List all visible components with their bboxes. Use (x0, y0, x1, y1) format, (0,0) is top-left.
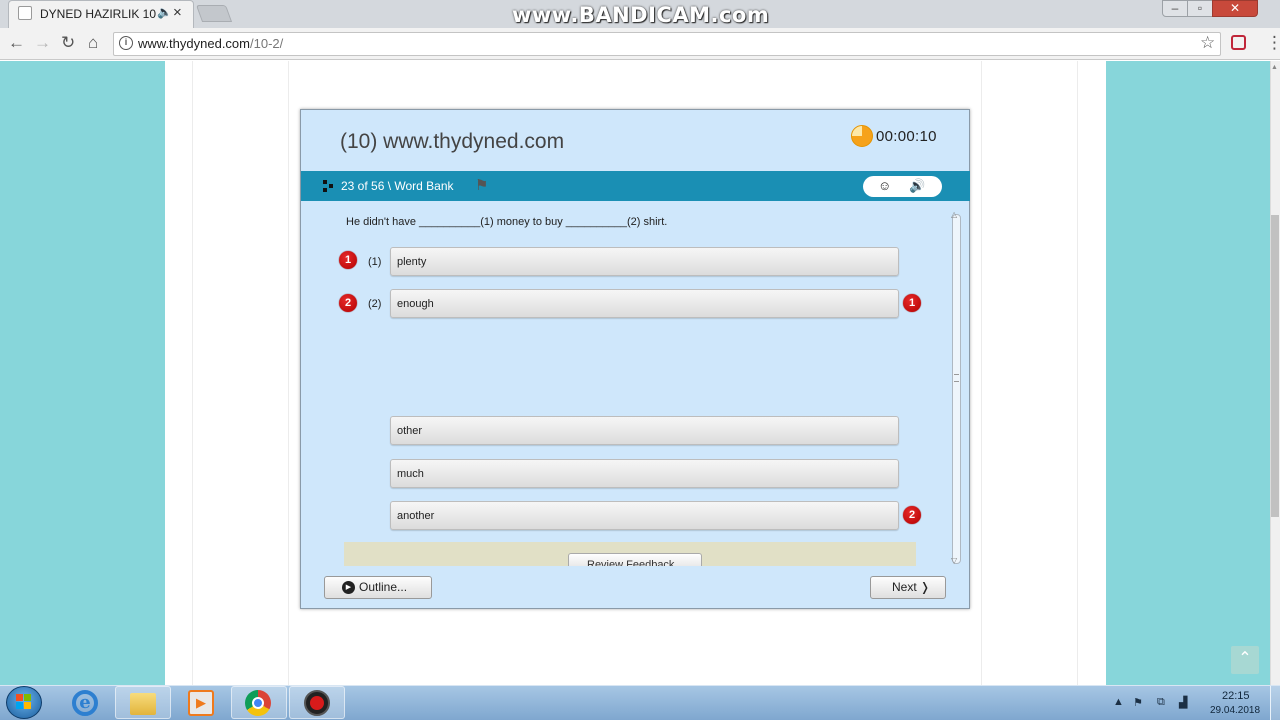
back-arrow-icon[interactable]: ← (8, 33, 25, 53)
word-bank-item[interactable] (390, 459, 899, 488)
slot-number-badge: 1 (339, 251, 357, 269)
clock-date[interactable]: 29.04.2018 (1210, 705, 1260, 716)
browser-menu-icon[interactable]: ⋮ (1266, 33, 1280, 53)
scroll-up-icon[interactable]: ▲ (1271, 64, 1278, 71)
tab-close-icon[interactable]: × (173, 4, 182, 21)
window-maximize-button[interactable]: ▫ (1187, 0, 1213, 17)
site-info-icon[interactable]: i (119, 36, 133, 50)
outline-button-label: Outline... (359, 580, 408, 594)
bookmark-star-icon[interactable]: ☆ (1200, 33, 1215, 53)
speaker-icon[interactable]: 🔊 (909, 178, 925, 194)
media-player-icon: ▶ (188, 690, 214, 716)
recording-watermark: www.BANDICAM.com (512, 3, 770, 27)
signal-icon[interactable]: ▟ (1179, 696, 1187, 709)
chevron-down-icon[interactable]: ▽ (951, 556, 957, 565)
quiz-scrollbar[interactable] (952, 214, 961, 564)
record-dot-icon (310, 696, 324, 710)
new-tab-button[interactable] (195, 5, 233, 22)
page-scroll-thumb[interactable] (1271, 215, 1279, 517)
window-minimize-button[interactable]: ‒ (1162, 0, 1188, 17)
folder-icon (130, 693, 156, 715)
quiz-title: (10) www.thydyned.com (340, 130, 565, 153)
column-guide (981, 61, 982, 685)
media-controls (863, 176, 942, 197)
scroll-grip-icon[interactable] (954, 374, 959, 382)
question-progress: 23 of 56 \ Word Bank (341, 179, 454, 193)
reload-icon[interactable]: ↻ (61, 33, 75, 53)
chrome-icon-center (252, 697, 264, 709)
answer-slot-text: plenty (397, 256, 427, 268)
play-icon: ▶ (342, 581, 355, 594)
answer-marker-badge: 1 (903, 294, 921, 312)
url-host: www.thydyned.com (138, 36, 250, 51)
show-desktop-button[interactable] (1270, 686, 1280, 720)
slot-number-badge: 2 (339, 294, 357, 312)
question-prompt: He didn't have __________(1) money to bu… (346, 216, 668, 228)
word-bank-item[interactable] (390, 416, 899, 445)
word-bank-text: other (397, 425, 423, 437)
timer-text: 00:00:10 (876, 128, 937, 145)
slot-label: (2) (368, 298, 382, 310)
next-button-label: Next ❭ (892, 580, 931, 594)
word-bank-item[interactable] (390, 501, 899, 530)
page-favicon-icon (18, 6, 32, 20)
word-bank-text: another (397, 510, 435, 522)
grid-menu-icon[interactable] (323, 180, 333, 192)
word-bank-text: much (397, 468, 424, 480)
flag-icon[interactable]: ⚑ (475, 176, 488, 194)
extension-shield-icon[interactable] (1231, 35, 1246, 50)
column-guide (1077, 61, 1078, 685)
home-icon[interactable]: ⌂ (88, 33, 98, 53)
clock-time[interactable]: 22:15 (1222, 690, 1250, 702)
windows-logo-icon (16, 694, 32, 710)
slot-label: (1) (368, 256, 382, 268)
tab-title: DYNED HAZIRLIK 10 (40, 7, 157, 21)
column-guide (288, 61, 289, 685)
review-feedback-label: Review Feedback (587, 559, 675, 566)
voice-icon[interactable]: ☺ (878, 178, 891, 193)
url-text[interactable]: www.thydyned.com/10-2/ (138, 36, 283, 51)
timer-clock-icon (851, 125, 873, 147)
back-to-top-icon[interactable]: ⌃ (1231, 646, 1259, 674)
answer-slot-1[interactable] (390, 247, 899, 276)
answer-slot-text: enough (397, 298, 434, 310)
window-close-button[interactable]: ✕ (1212, 0, 1258, 17)
action-center-flag-icon[interactable]: ⚑ (1133, 696, 1143, 709)
url-path: /10-2/ (250, 36, 284, 51)
chevron-up-icon[interactable]: △ (951, 210, 957, 219)
answer-marker-badge: 2 (903, 506, 921, 524)
tab-audio-icon[interactable]: 🔈 (157, 5, 172, 19)
internet-explorer-icon: e (72, 690, 98, 716)
forward-arrow-icon[interactable]: → (34, 33, 51, 53)
column-guide (192, 61, 193, 685)
network-icon[interactable]: ⧉ (1157, 696, 1165, 709)
tray-expand-icon[interactable]: ▲ (1113, 696, 1124, 708)
answer-slot-2[interactable] (390, 289, 899, 318)
